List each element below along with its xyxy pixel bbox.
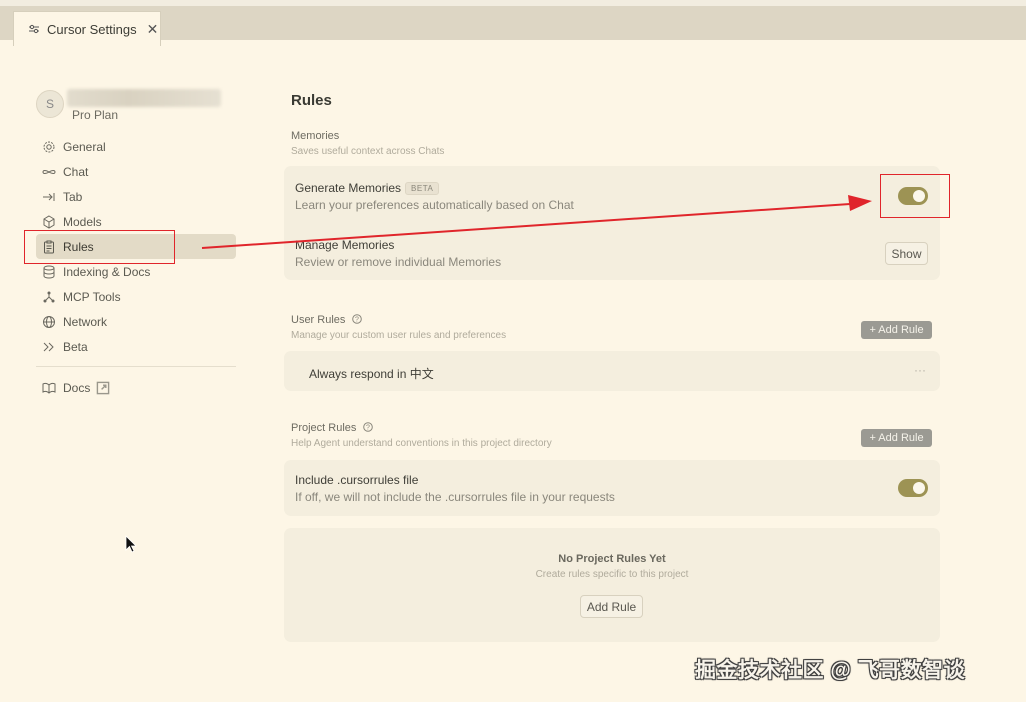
manage-memories-title: Manage Memories <box>295 238 395 252</box>
sidebar-item-label: MCP Tools <box>63 289 121 304</box>
project-rules-title-text: Project Rules <box>291 422 357 434</box>
svg-text:?: ? <box>356 317 360 324</box>
memories-desc: Saves useful context across Chats <box>291 146 445 157</box>
double-chevron-icon <box>43 342 54 351</box>
help-icon[interactable]: ? <box>352 314 363 324</box>
sidebar-item-network[interactable]: Network <box>36 309 236 334</box>
sidebar-item-mcp-tools[interactable]: MCP Tools <box>36 284 236 309</box>
docs-label: Docs <box>63 380 91 395</box>
plan-label: Pro Plan <box>72 108 119 122</box>
empty-state-title: No Project Rules Yet <box>558 553 666 565</box>
sidebar-item-docs[interactable]: Docs <box>36 375 236 400</box>
sidebar-item-label: Indexing & Docs <box>63 264 151 279</box>
add-project-rule-button[interactable]: + Add Rule <box>861 429 932 447</box>
generate-memories-title: Generate Memories <box>295 181 402 195</box>
project-rules-title: Project Rules ? <box>291 422 374 434</box>
include-cursorrules-title: Include .cursorrules file <box>295 473 419 487</box>
nodes-icon <box>43 291 55 302</box>
empty-state-desc: Create rules specific to this project <box>535 569 689 580</box>
close-icon[interactable]: ✕ <box>147 21 159 38</box>
sidebar-divider <box>36 366 236 367</box>
external-link-icon <box>97 381 110 394</box>
show-memories-button[interactable]: Show <box>885 242 928 265</box>
infinity-icon <box>42 169 56 174</box>
sidebar-item-label: Tab <box>63 189 83 204</box>
svg-text:?: ? <box>367 425 371 432</box>
include-cursorrules-desc: If off, we will not include the .cursorr… <box>295 490 615 504</box>
avatar: S <box>36 90 64 118</box>
project-rules-desc: Help Agent understand conventions in thi… <box>291 438 552 449</box>
user-rule-text: Always respond in 中文 <box>309 367 434 381</box>
tab-title: Cursor Settings <box>47 21 137 37</box>
annotation-box-toggle <box>880 174 950 218</box>
page-title: Rules <box>291 92 332 109</box>
sidebar-item-beta[interactable]: Beta <box>36 334 236 359</box>
memories-title: Memories <box>291 130 340 142</box>
empty-project-rules-card: No Project Rules Yet Create rules specif… <box>284 528 940 642</box>
generate-memories-desc: Learn your preferences automatically bas… <box>295 198 574 212</box>
sidebar-item-label: Beta <box>63 339 88 354</box>
watermark: 掘金技术社区 @ 飞哥数智谈 <box>695 659 966 682</box>
sidebar-item-label: Network <box>63 314 108 329</box>
user-rules-title-text: User Rules <box>291 314 346 326</box>
sidebar-item-general[interactable]: General <box>36 134 236 159</box>
beta-badge: BETA <box>405 182 440 195</box>
database-icon <box>43 265 55 279</box>
user-rule-item[interactable]: Always respond in 中文 ··· <box>284 351 940 391</box>
include-cursorrules-card: Include .cursorrules file If off, we wil… <box>284 460 940 516</box>
add-rule-button[interactable]: Add Rule <box>580 595 643 618</box>
tab-strip: Cursor Settings ✕ <box>0 0 1026 46</box>
sidebar-item-label: Chat <box>63 164 89 179</box>
annotation-box-rules <box>24 230 175 264</box>
blurred-email <box>67 89 221 107</box>
book-icon <box>42 382 56 394</box>
cube-icon <box>43 214 55 229</box>
globe-icon <box>43 315 55 328</box>
help-icon[interactable]: ? <box>363 422 374 432</box>
sidebar-item-label: General <box>63 139 106 154</box>
add-user-rule-button[interactable]: + Add Rule <box>861 321 932 339</box>
generate-memories-row-title: Generate Memories BETA <box>295 181 440 195</box>
tab-arrow-icon <box>43 192 55 201</box>
docs-link[interactable]: Docs <box>36 375 236 400</box>
sliders-icon <box>29 24 39 34</box>
user-rules-title: User Rules ? <box>291 314 363 326</box>
memories-card: Generate Memories BETA Learn your prefere… <box>284 166 940 280</box>
gear-icon <box>43 141 55 152</box>
sidebar-item-tab[interactable]: Tab <box>36 184 236 209</box>
user-rules-desc: Manage your custom user rules and prefer… <box>291 330 507 341</box>
manage-memories-desc: Review or remove individual Memories <box>295 255 502 269</box>
toggle-knob <box>913 482 925 494</box>
sidebar-item-label: Models <box>63 214 102 229</box>
tab-cursor-settings[interactable]: Cursor Settings ✕ <box>13 11 161 46</box>
include-cursorrules-toggle[interactable] <box>898 479 928 497</box>
mouse-pointer-icon <box>125 535 137 553</box>
sidebar-item-chat[interactable]: Chat <box>36 159 236 184</box>
more-options-icon[interactable]: ··· <box>914 363 926 377</box>
